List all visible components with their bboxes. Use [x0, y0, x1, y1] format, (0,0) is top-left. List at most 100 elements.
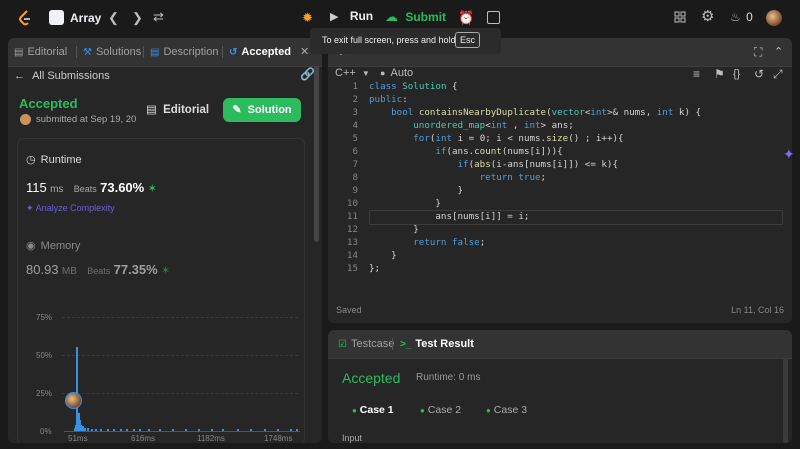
arrow-left-icon: ←: [14, 70, 25, 82]
code-line: bool containsNearbyDuplicate(vector<int>…: [391, 107, 702, 118]
histogram-bar[interactable]: [133, 429, 135, 431]
histogram-bar[interactable]: [172, 429, 174, 431]
line-number: 7: [352, 159, 358, 170]
tab-test-result[interactable]: >_ Test Result: [400, 330, 474, 358]
line-number: 13: [346, 237, 358, 248]
tab-editorial[interactable]: ▤ Editorial: [14, 38, 67, 66]
code-line: }: [369, 185, 464, 196]
problem-list-title[interactable]: Array: [70, 11, 101, 25]
problem-list-icon[interactable]: [49, 10, 64, 25]
histogram-bar[interactable]: [264, 429, 266, 431]
memory-title: ◉ Memory: [26, 240, 81, 252]
layout-grid-icon[interactable]: [674, 11, 686, 23]
reset-icon[interactable]: ↺: [754, 66, 764, 82]
histogram-bar[interactable]: [185, 429, 187, 431]
case-tab-3[interactable]: ● Case 3: [486, 404, 527, 416]
code-editor-panel: </> ⛶ ⌃ C++ ▼ ● Auto ≡ ⚑ {} ↺ ⤢ 1 class …: [328, 38, 792, 323]
histogram-bar[interactable]: [139, 429, 141, 431]
runtime-section[interactable]: ◷ Runtime 115 ms Beats 73.60% ✶ ✦ Analyz…: [26, 153, 296, 233]
case-tab-1[interactable]: ● Case 1: [352, 404, 394, 416]
input-label: Input: [342, 433, 363, 443]
histogram-bar[interactable]: [113, 429, 115, 431]
streak-counter[interactable]: ♨ 0: [730, 10, 753, 24]
histogram-bar[interactable]: [277, 429, 279, 431]
expand-icon[interactable]: ⤢: [773, 66, 783, 82]
histogram-bar[interactable]: [211, 429, 213, 431]
memory-chip-icon: ◉: [26, 240, 36, 252]
pass-dot-icon: ●: [420, 406, 425, 415]
prev-problem-icon[interactable]: ❮: [108, 10, 119, 26]
my-runtime-avatar-marker[interactable]: [65, 392, 82, 409]
histogram-bar[interactable]: [237, 429, 239, 431]
settings-gear-icon[interactable]: ⚙: [701, 9, 714, 25]
bookmark-icon[interactable]: ⚑: [714, 66, 725, 82]
console-scrollbar[interactable]: [783, 358, 788, 443]
cloud-upload-icon: ☁: [385, 9, 398, 24]
solution-button[interactable]: ✎ Solution: [223, 98, 301, 122]
back-to-submissions[interactable]: ← All Submissions: [14, 67, 110, 85]
esc-key: Esc: [455, 32, 481, 48]
y-tick-50: 50%: [36, 351, 53, 360]
histogram-bar[interactable]: [120, 429, 122, 431]
cursor-position: Ln 11, Col 16: [731, 305, 784, 315]
notes-icon[interactable]: [487, 11, 500, 24]
x-tick-616ms: 616ms: [131, 434, 156, 443]
histogram-bar[interactable]: [100, 429, 102, 431]
histogram-bar[interactable]: [91, 429, 93, 431]
ai-assistant-sparkle-icon[interactable]: ✦: [783, 146, 795, 163]
pass-dot-icon: ●: [352, 406, 357, 415]
leetcode-logo[interactable]: [18, 10, 32, 26]
histogram-bar[interactable]: [159, 429, 161, 431]
editorial-button[interactable]: ▤ Editorial: [146, 100, 209, 120]
language-select[interactable]: C++ ▼: [335, 67, 370, 79]
line-number: 12: [346, 224, 358, 235]
tab-accepted[interactable]: ↺ Accepted ✕: [229, 38, 309, 66]
histogram-bar[interactable]: [296, 429, 298, 431]
histogram-bar[interactable]: [95, 429, 97, 431]
histogram-bar[interactable]: [84, 428, 86, 431]
tab-solutions[interactable]: ⚒ Solutions: [83, 38, 141, 66]
histogram-bar[interactable]: [222, 429, 224, 431]
runtime-distribution-chart: 75% 50% 25% 0% 51ms 616ms 1182ms 1748ms: [18, 307, 304, 443]
code-line: if(ans.count(nums[i])){: [435, 146, 563, 157]
mode-select[interactable]: ● Auto: [380, 67, 413, 79]
histogram-bar[interactable]: [250, 429, 252, 431]
line-number: 2: [352, 94, 358, 105]
fullscreen-icon[interactable]: ⛶: [754, 44, 762, 60]
shuffle-icon[interactable]: ⇄: [153, 9, 164, 25]
fire-icon: ♨: [730, 10, 741, 24]
line-number: 14: [346, 250, 358, 261]
histogram-bar[interactable]: [198, 429, 200, 431]
debug-icon[interactable]: ✹: [302, 10, 313, 26]
histogram-bar[interactable]: [87, 428, 89, 431]
histogram-bar[interactable]: [107, 429, 109, 431]
line-number: 3: [352, 107, 358, 118]
tab-description[interactable]: ▤ Description: [150, 38, 218, 66]
share-link-icon[interactable]: 🔗: [300, 67, 315, 81]
collapse-icon[interactable]: ⌃: [774, 44, 783, 60]
histogram-bar[interactable]: [148, 429, 150, 431]
console-panel: ☑ Testcase >_ Test Result Accepted Runtime…: [328, 330, 792, 443]
submission-status: Accepted: [19, 96, 78, 111]
y-tick-0: 0%: [40, 427, 52, 436]
memory-section[interactable]: ◉ Memory 80.93 MB Beats 77.35% ✶: [26, 235, 296, 285]
flask-icon: ⚒: [83, 47, 92, 58]
user-avatar[interactable]: [766, 10, 782, 26]
close-tab-icon[interactable]: ✕: [300, 46, 309, 58]
analyze-complexity-link[interactable]: ✦ Analyze Complexity: [26, 203, 115, 214]
tab-testcase[interactable]: ☑ Testcase: [338, 330, 394, 358]
format-icon[interactable]: ≡: [693, 66, 700, 82]
histogram-bar[interactable]: [126, 429, 128, 431]
case-tab-2[interactable]: ● Case 2: [420, 404, 461, 416]
chevron-down-icon: ▼: [361, 69, 370, 78]
memory-value: 80.93 MB Beats 77.35% ✶: [26, 262, 171, 277]
submit-button[interactable]: ☁ Submit: [385, 9, 446, 27]
next-problem-icon[interactable]: ❯: [132, 10, 143, 26]
braces-icon[interactable]: {}: [733, 66, 740, 82]
left-panel-scrollbar[interactable]: [314, 66, 319, 242]
histogram-bar[interactable]: [290, 429, 292, 431]
runtime-title: ◷ Runtime: [26, 154, 82, 166]
code-line: }: [369, 198, 441, 209]
timer-icon[interactable]: ⏰: [458, 10, 474, 26]
run-button[interactable]: ▶ Run: [330, 9, 373, 27]
